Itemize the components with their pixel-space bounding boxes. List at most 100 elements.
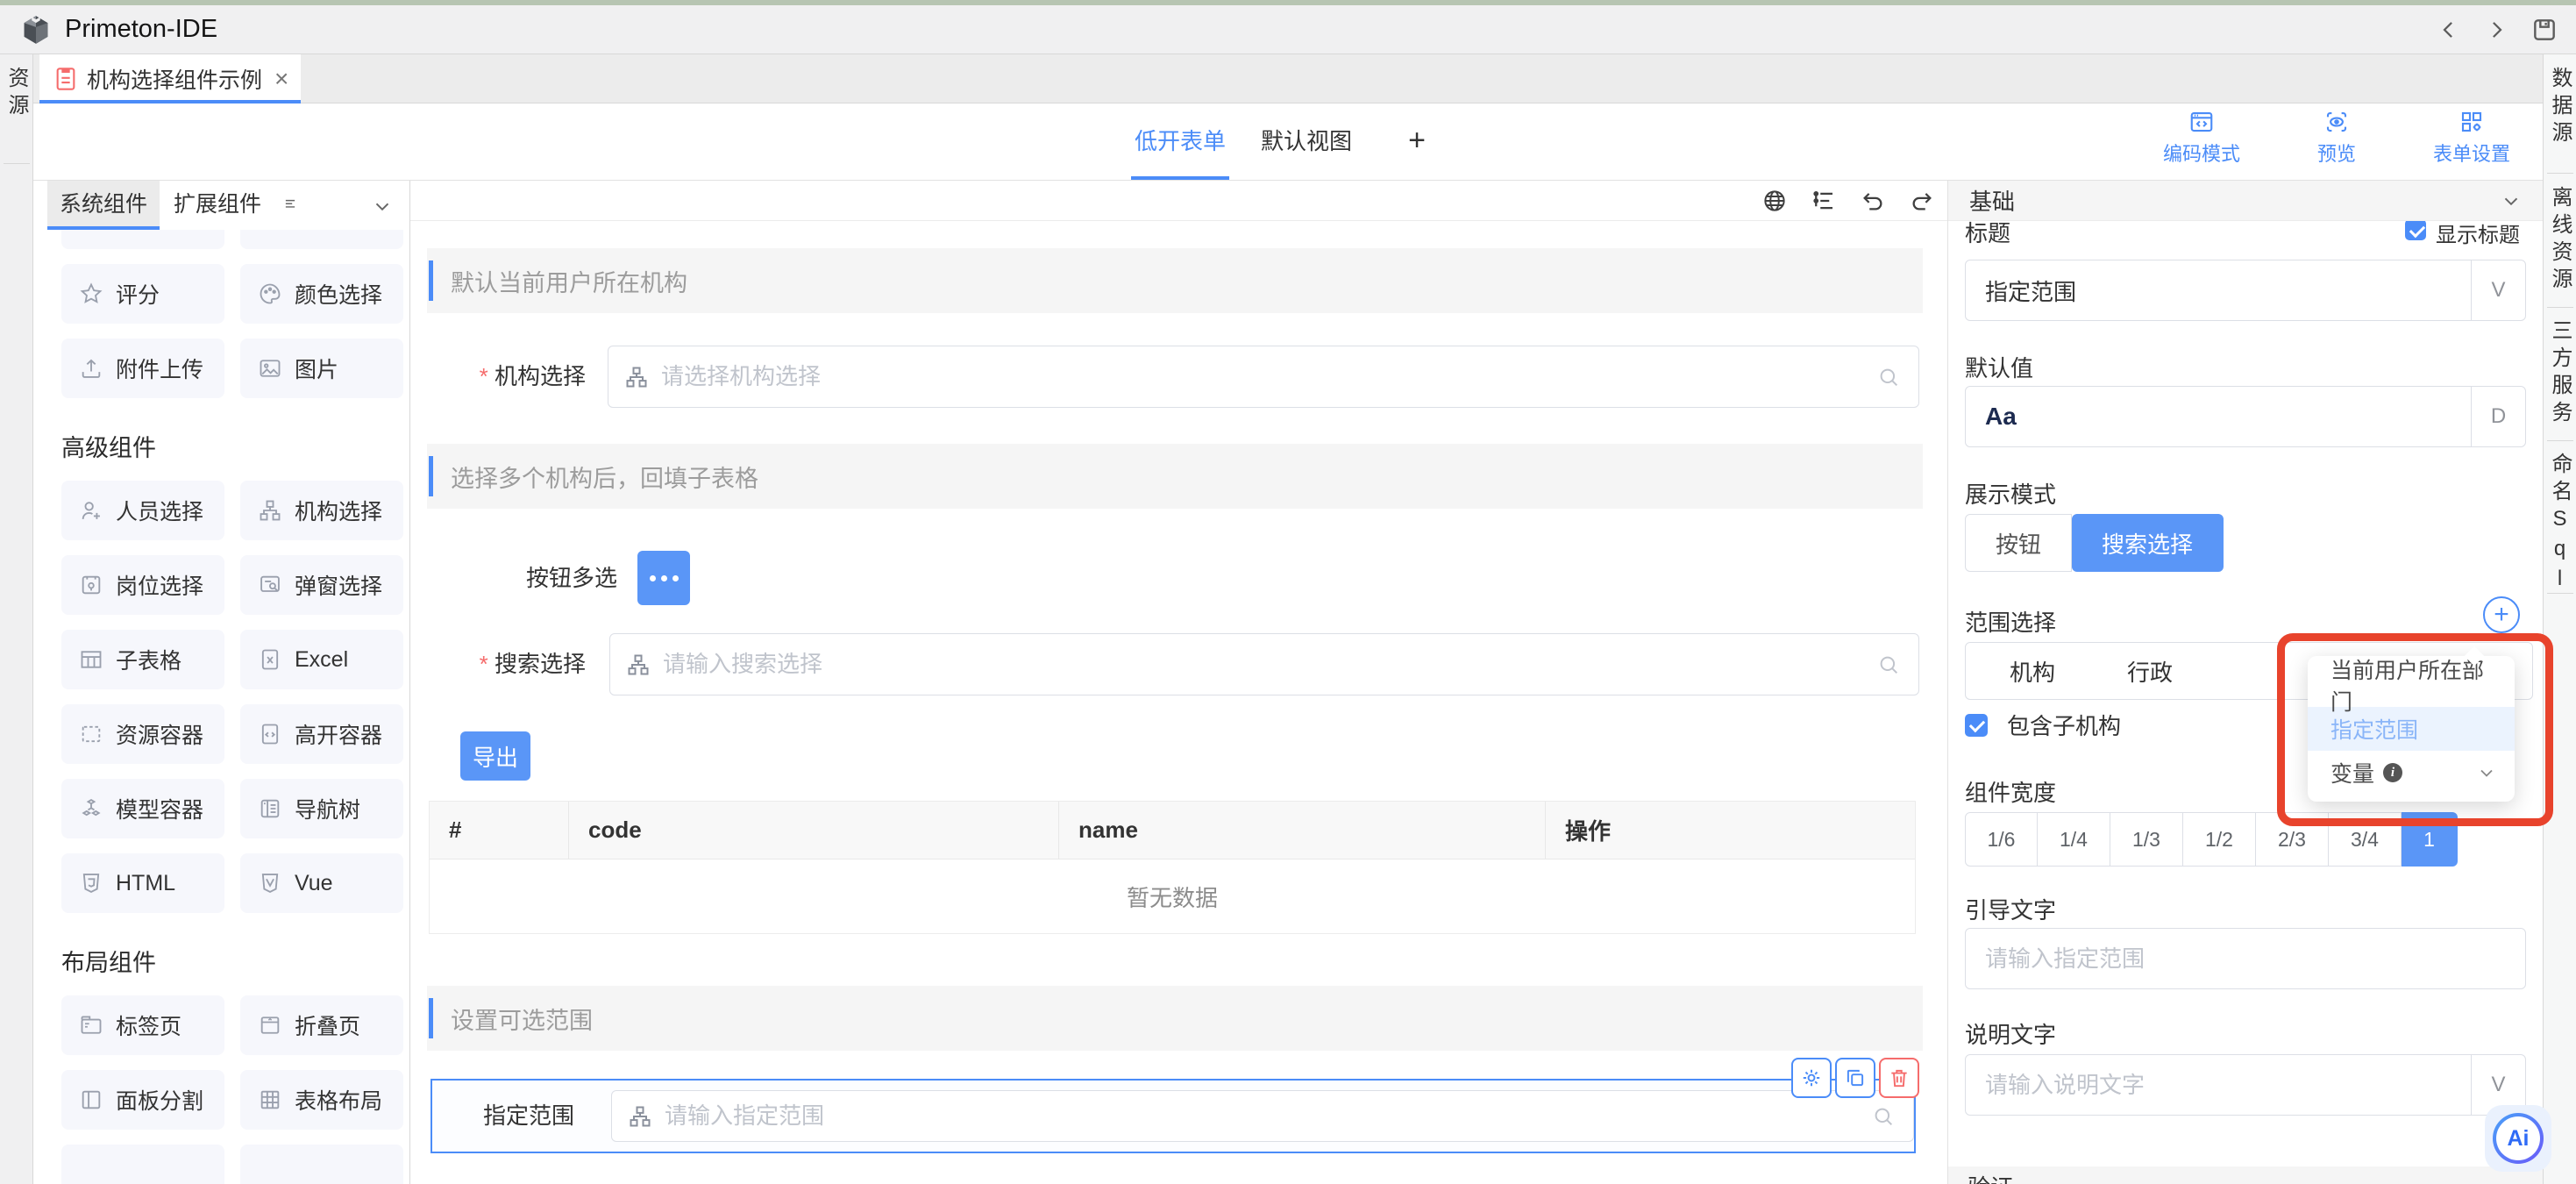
search-select-input[interactable] (609, 633, 1919, 695)
palette-item-palette[interactable]: 颜色选择 (240, 264, 403, 324)
width-option[interactable]: 1/6 (1965, 812, 2038, 867)
palette-item-excel[interactable]: Excel (240, 630, 403, 689)
palette-item-upload[interactable]: 附件上传 (61, 339, 224, 398)
display-mode-option-search[interactable]: 搜索选择 (2072, 514, 2224, 572)
nav-back-icon[interactable] (2436, 17, 2462, 43)
assigned-range-input[interactable] (611, 1090, 1914, 1142)
palette-item-cubes[interactable]: 模型容器 (61, 779, 224, 838)
width-option-active[interactable]: 1 (2402, 812, 2458, 867)
preview-button[interactable]: 预览 (2288, 109, 2385, 167)
nav-forward-icon[interactable] (2483, 17, 2509, 43)
outline-icon[interactable] (1811, 188, 1837, 214)
form-settings-button[interactable]: 表单设置 (2423, 109, 2520, 167)
person-add-icon (79, 498, 103, 523)
trash-icon[interactable] (1879, 1058, 1919, 1098)
plus-circle-icon[interactable]: + (2483, 596, 2520, 633)
palette-item-subtable[interactable]: 子表格 (61, 630, 224, 689)
table-grid-icon (258, 1088, 282, 1112)
rail-tab-namedsql[interactable]: 命名Sql (2544, 453, 2575, 596)
chevron-down-icon[interactable] (2500, 189, 2523, 212)
palette-item-star[interactable]: 评分 (61, 264, 224, 324)
eye-icon (2323, 109, 2350, 135)
org-select-placeholder[interactable] (661, 363, 1868, 390)
display-mode-option-button[interactable]: 按钮 (1965, 514, 2072, 572)
search-select-placeholder[interactable] (663, 651, 1868, 678)
palette-item-code-doc[interactable]: 高开容器 (240, 704, 403, 764)
field-label-org-select: 机构选择 (463, 346, 586, 408)
validation-section-header[interactable]: 验证 (1948, 1166, 2543, 1184)
include-sub-org-checkbox[interactable] (1965, 714, 1988, 737)
globe-icon[interactable] (1761, 188, 1788, 214)
button-multi-select[interactable] (637, 551, 690, 605)
note-text-input[interactable] (1966, 1055, 2471, 1115)
code-mode-button[interactable]: 编码模式 (2153, 109, 2250, 167)
org-tree-icon (258, 498, 282, 523)
action-label: 表单设置 (2433, 139, 2510, 167)
ai-assistant-button[interactable]: Ai (2493, 1113, 2544, 1164)
palette-scroll-area[interactable]: 评分颜色选择附件上传图片高级组件人员选择机构选择岗位选择弹窗选择子表格Excel… (33, 230, 410, 1184)
palette-item-collapse[interactable]: 折叠页 (240, 995, 403, 1055)
palette-item-tab-page[interactable]: 标签页 (61, 995, 224, 1055)
close-icon[interactable]: × (274, 67, 288, 91)
default-value-group[interactable]: D (1965, 386, 2526, 447)
palette-item-nav-tree[interactable]: 导航树 (240, 779, 403, 838)
rail-tab-thirdparty[interactable]: 三方服务 (2544, 319, 2575, 428)
view-tab-form[interactable]: 低开表单 (1128, 103, 1233, 180)
width-option[interactable]: 1/4 (2038, 812, 2110, 867)
action-label: 编码模式 (2163, 139, 2240, 167)
palette-item-vue[interactable]: Vue (240, 853, 403, 913)
title-input[interactable] (1966, 260, 2471, 320)
palette-item-popup-select[interactable]: 弹窗选择 (240, 555, 403, 615)
dropdown-item-current-dept[interactable]: 当前用户所在部门 (2308, 663, 2515, 707)
copy-icon[interactable] (1835, 1058, 1875, 1098)
dropdown-item-variable[interactable]: 变量 i (2308, 751, 2515, 795)
rail-tab-offline[interactable]: 离线资源 (2544, 186, 2575, 295)
palette-item-badge[interactable]: 岗位选择 (61, 555, 224, 615)
width-option[interactable]: 1/3 (2110, 812, 2183, 867)
show-title-checkbox[interactable] (2405, 219, 2426, 240)
palette-tab-system[interactable]: 系统组件 (47, 181, 160, 230)
guide-text-input[interactable] (1966, 929, 2525, 988)
hamburger-icon[interactable] (281, 195, 300, 214)
assigned-range-placeholder[interactable] (665, 1102, 1862, 1130)
title-input-group[interactable]: V (1965, 260, 2526, 321)
palette-item-html5[interactable]: HTML (61, 853, 224, 913)
palette-item-image[interactable]: 图片 (240, 339, 403, 398)
file-tab[interactable]: 机构选择组件示例 × (39, 54, 301, 103)
undo-icon[interactable] (1860, 188, 1886, 214)
note-text-group[interactable]: V (1965, 1054, 2526, 1116)
palette-item-dashed-box[interactable]: 资源容器 (61, 704, 224, 764)
org-select-input[interactable] (608, 346, 1919, 408)
guide-text-group[interactable] (1965, 928, 2526, 989)
width-option[interactable]: 2/3 (2256, 812, 2329, 867)
rail-tab-datasource[interactable]: 数据源 (2544, 67, 2575, 148)
width-option[interactable]: 3/4 (2329, 812, 2402, 867)
view-tab-default[interactable]: 默认视图 (1254, 103, 1359, 180)
rail-tab-resources[interactable]: 资源 (1, 67, 32, 121)
redo-icon[interactable] (1909, 188, 1935, 214)
note-text-label: 说明文字 (1965, 1017, 2056, 1050)
palette-item-person-add[interactable]: 人员选择 (61, 481, 224, 540)
palette-section-layout: 布局组件 (61, 928, 403, 981)
width-option[interactable]: 1/2 (2183, 812, 2256, 867)
export-button[interactable]: 导出 (460, 731, 530, 781)
chevron-down-icon[interactable] (371, 195, 394, 218)
rail-separator (2547, 440, 2573, 441)
title-variable-button[interactable]: V (2471, 260, 2525, 320)
palette-item-panel-split[interactable]: 面板分割 (61, 1070, 224, 1130)
palette-tab-extended[interactable]: 扩展组件 (161, 181, 274, 230)
gear-icon[interactable] (1791, 1058, 1832, 1098)
add-view-button[interactable]: + (1391, 103, 1443, 180)
default-value-input[interactable] (1966, 387, 2471, 446)
field-label-search-select: 搜索选择 (463, 633, 586, 695)
inspector-section-basic[interactable]: 基础 (1948, 181, 2543, 221)
save-icon[interactable] (2530, 16, 2558, 44)
selected-component[interactable]: 指定范围 (431, 1079, 1916, 1153)
default-data-button[interactable]: D (2471, 387, 2525, 446)
table-column: # (430, 802, 569, 859)
palette-item-partial (61, 1145, 224, 1184)
palette-item-table-grid[interactable]: 表格布局 (240, 1070, 403, 1130)
palette-item-org-tree[interactable]: 机构选择 (240, 481, 403, 540)
include-sub-org-label: 包含子机构 (2007, 709, 2121, 741)
table-column: 操作 (1546, 802, 1915, 859)
